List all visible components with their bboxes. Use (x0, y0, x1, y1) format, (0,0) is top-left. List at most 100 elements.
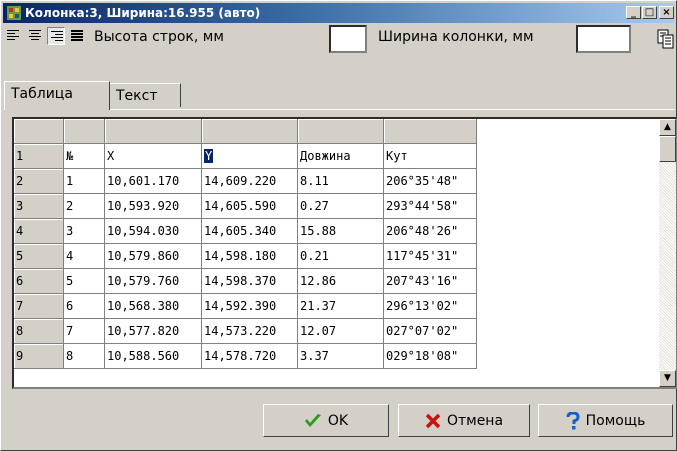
grid-cell[interactable]: 3.37 (298, 344, 384, 369)
cell-text: 12.86 (300, 274, 337, 288)
row-header-cell[interactable]: 5 (14, 244, 64, 269)
grid-cell[interactable]: 027°07'02" (384, 319, 477, 344)
row-header-cell[interactable]: 6 (14, 269, 64, 294)
tab-table[interactable]: Таблица (4, 81, 110, 110)
grid-cell[interactable]: 12.86 (298, 269, 384, 294)
row-header-cell[interactable]: 9 (14, 344, 64, 369)
grid-cell[interactable]: 2 (64, 194, 105, 219)
grid-cell[interactable]: 207°43'16" (384, 269, 477, 294)
tab-text[interactable]: Текст (109, 83, 181, 107)
grid-cell[interactable]: 6 (64, 294, 105, 319)
cell-text: 029°18'08" (386, 349, 459, 363)
align-center-icon (29, 30, 41, 40)
grid-cell[interactable]: 10,601.170 (105, 169, 202, 194)
data-grid[interactable]: 1 № X Y Довжина Кут 2 1 10,601.170 14,609.220 8.11… (12, 117, 677, 389)
grid-cell[interactable]: 293°44'58" (384, 194, 477, 219)
close-button[interactable]: × (659, 6, 674, 19)
cancel-button[interactable]: Отмена (398, 404, 530, 437)
row-header-cell[interactable]: 2 (14, 169, 64, 194)
grid-cell[interactable]: 14,609.220 (202, 169, 298, 194)
grid-cell[interactable]: 7 (64, 319, 105, 344)
cell-text: 293°44'58" (386, 199, 459, 213)
grid-cell[interactable]: 14,592.390 (202, 294, 298, 319)
grid-cell[interactable]: 8 (64, 344, 105, 369)
grid-cell[interactable]: 10,577.820 (105, 319, 202, 344)
maximize-button[interactable]: □ (642, 6, 657, 19)
column-header-cell[interactable] (202, 119, 298, 144)
cell-text: 6 (66, 299, 74, 313)
grid-cell[interactable]: 117°45'31" (384, 244, 477, 269)
grid-cell[interactable]: 10,568.380 (105, 294, 202, 319)
scroll-down-icon[interactable]: ▼ (659, 370, 676, 387)
grid-cell[interactable]: 14,598.180 (202, 244, 298, 269)
align-right-icon (51, 31, 63, 41)
grid-cell[interactable]: X (105, 144, 202, 169)
cell-text: Довжина (300, 149, 351, 163)
grid-cell[interactable]: 15.88 (298, 219, 384, 244)
row-header-cell[interactable]: 3 (14, 194, 64, 219)
cell-text: 10,594.030 (107, 224, 180, 238)
column-header-cell[interactable] (298, 119, 384, 144)
grid-cell[interactable]: 3 (64, 219, 105, 244)
grid-cell[interactable]: Кут (384, 144, 477, 169)
grid-cell[interactable]: Довжина (298, 144, 384, 169)
ok-label: OK (327, 412, 349, 429)
column-header-cell[interactable] (64, 119, 105, 144)
grid-cell[interactable]: 10,588.560 (105, 344, 202, 369)
grid-cell[interactable]: 14,573.220 (202, 319, 298, 344)
row-height-input[interactable] (329, 25, 367, 53)
cell-text: 3 (16, 199, 24, 213)
scroll-thumb[interactable] (659, 136, 676, 162)
title-bar[interactable]: Колонка:3, Ширина:16.955 (авто) _ □ × (3, 3, 674, 23)
grid-cell[interactable]: 12.07 (298, 319, 384, 344)
column-header-cell[interactable] (14, 119, 64, 144)
grid-cell[interactable]: 0.27 (298, 194, 384, 219)
cell-text: 10,579.860 (107, 249, 180, 263)
grid-cell[interactable]: 10,579.760 (105, 269, 202, 294)
minimize-button[interactable]: _ (626, 6, 641, 19)
grid-cell[interactable]: 4 (64, 244, 105, 269)
cell-text: 9 (16, 349, 24, 363)
question-icon (566, 411, 580, 429)
vertical-scrollbar[interactable]: ▲ ▼ (659, 119, 676, 387)
grid-cell[interactable]: 296°13'02" (384, 294, 477, 319)
grid-cell[interactable]: 10,579.860 (105, 244, 202, 269)
grid-cell[interactable]: 0.21 (298, 244, 384, 269)
grid-cell[interactable]: 21.37 (298, 294, 384, 319)
row-header-cell[interactable]: 4 (14, 219, 64, 244)
grid-cell[interactable]: 206°35'48" (384, 169, 477, 194)
align-center-button[interactable] (26, 27, 44, 45)
grid-cell[interactable]: № (64, 144, 105, 169)
cell-text: 8 (16, 324, 24, 338)
dialog-window: Колонка:3, Ширина:16.955 (авто) _ □ × Вы… (0, 0, 677, 451)
grid-cell[interactable]: 029°18'08" (384, 344, 477, 369)
column-width-input[interactable] (576, 25, 631, 53)
grid-cell[interactable]: 206°48'26" (384, 219, 477, 244)
align-justify-button[interactable] (68, 27, 86, 45)
grid-cell[interactable]: 8.11 (298, 169, 384, 194)
grid-cell[interactable]: 5 (64, 269, 105, 294)
row-header-cell[interactable]: 8 (14, 319, 64, 344)
grid-cell[interactable]: 10,593.920 (105, 194, 202, 219)
grid-cell[interactable]: 10,594.030 (105, 219, 202, 244)
grid-cell[interactable]: 1 (64, 169, 105, 194)
row-header-cell[interactable]: 1 (14, 144, 64, 169)
row-header-cell[interactable]: 7 (14, 294, 64, 319)
grid-cell[interactable]: 14,605.590 (202, 194, 298, 219)
cell-text: 14,598.370 (204, 274, 277, 288)
grid-cell[interactable]: Y (202, 144, 298, 169)
grid-cell[interactable]: 14,598.370 (202, 269, 298, 294)
scroll-up-icon[interactable]: ▲ (659, 119, 676, 136)
checkmark-icon (304, 413, 321, 427)
column-header-cell[interactable] (105, 119, 202, 144)
grid-cell[interactable]: 14,605.340 (202, 219, 298, 244)
help-button[interactable]: Помощь (538, 404, 673, 437)
cell-text: 4 (16, 224, 24, 238)
app-icon (7, 6, 21, 20)
copy-icon[interactable] (656, 29, 676, 49)
align-left-button[interactable] (5, 27, 23, 45)
grid-cell[interactable]: 14,578.720 (202, 344, 298, 369)
ok-button[interactable]: OK (263, 404, 389, 437)
align-right-button[interactable] (47, 27, 65, 45)
column-header-cell[interactable] (384, 119, 477, 144)
